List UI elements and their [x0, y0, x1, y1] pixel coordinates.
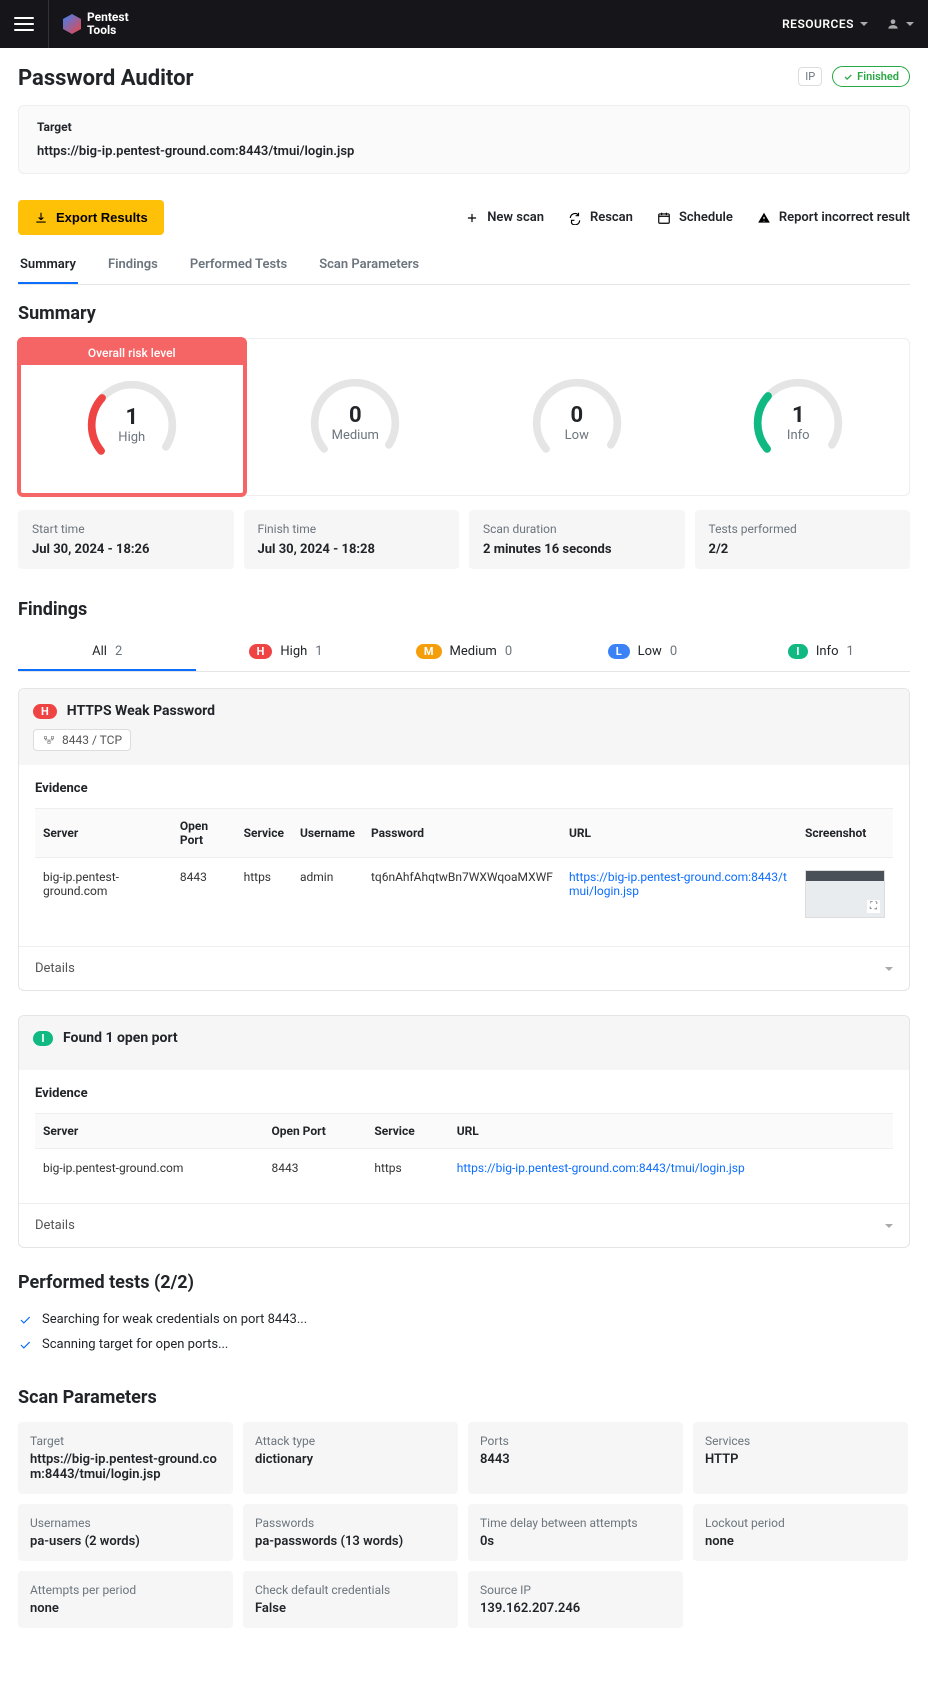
finding-high: H HTTPS Weak Password 8443 / TCP Evidence… — [18, 688, 910, 991]
new-scan-button[interactable]: New scan — [465, 210, 544, 225]
risk-info: 1Info — [688, 339, 910, 495]
param-card: Check default credentialsFalse — [243, 1571, 458, 1628]
param-card: Passwordspa-passwords (13 words) — [243, 1504, 458, 1561]
page-title: Password Auditor — [18, 66, 194, 91]
screenshot-thumb[interactable] — [805, 870, 885, 918]
gauge-high: 1High — [84, 377, 180, 473]
warning-icon — [757, 211, 771, 225]
param-card: ServicesHTTP — [693, 1422, 908, 1494]
risk-row: Overall risk level 1High 0Medium 0Low 1I… — [18, 338, 910, 496]
check-icon — [18, 1338, 32, 1352]
evidence-table: ServerOpen PortServiceUsernamePasswordUR… — [35, 808, 893, 930]
schedule-button[interactable]: Schedule — [657, 210, 733, 225]
calendar-icon — [657, 211, 671, 225]
findings-heading: Findings — [18, 599, 910, 620]
summary-heading: Summary — [18, 303, 910, 324]
main-tabs: Summary Findings Performed Tests Scan Pa… — [18, 247, 910, 285]
params-heading: Scan Parameters — [18, 1387, 910, 1408]
chevron-down-icon — [906, 22, 914, 26]
param-card: Source IP139.162.207.246 — [468, 1571, 683, 1628]
risk-low: 0Low — [466, 339, 688, 495]
download-icon — [34, 211, 48, 225]
check-icon — [843, 72, 853, 82]
target-url: https://big-ip.pentest-ground.com:8443/t… — [37, 144, 891, 159]
test-item: Scanning target for open ports... — [18, 1332, 910, 1357]
tests-list: Searching for weak credentials on port 8… — [18, 1307, 910, 1357]
filter-tabs: All2 HHigh1 MMedium0 LLow0 IInfo1 — [18, 634, 910, 672]
resources-link[interactable]: RESOURCES — [782, 17, 868, 31]
test-item: Searching for weak credentials on port 8… — [18, 1307, 910, 1332]
top-nav: PentestTools RESOURCES — [0, 0, 928, 48]
table-row: big-ip.pentest-ground.com8443httpshttps:… — [35, 1149, 893, 1188]
chevron-down-icon — [885, 967, 893, 971]
info-card: Tests performed2/2 — [695, 510, 911, 569]
details-toggle[interactable]: Details — [19, 1203, 909, 1247]
details-toggle[interactable]: Details — [19, 946, 909, 990]
param-card: Time delay between attempts0s — [468, 1504, 683, 1561]
status-badge: Finished — [832, 66, 910, 87]
filter-info[interactable]: IInfo1 — [732, 634, 910, 671]
param-card: Usernamespa-users (2 words) — [18, 1504, 233, 1561]
menu-icon[interactable] — [14, 17, 34, 31]
filter-medium[interactable]: MMedium0 — [375, 634, 553, 671]
info-card: Start timeJul 30, 2024 - 18:26 — [18, 510, 234, 569]
rescan-button[interactable]: Rescan — [568, 210, 633, 225]
finding-info: I Found 1 open port Evidence ServerOpen P… — [18, 1015, 910, 1248]
url-link[interactable]: https://big-ip.pentest-ground.com:8443/t… — [569, 870, 787, 898]
evidence-table: ServerOpen PortServiceURL big-ip.pentest… — [35, 1113, 893, 1187]
filter-all[interactable]: All2 — [18, 634, 196, 671]
table-row: big-ip.pentest-ground.com8443httpsadmint… — [35, 858, 893, 931]
ip-badge: IP — [798, 67, 822, 86]
severity-badge: H — [33, 704, 57, 719]
target-box: Target https://big-ip.pentest-ground.com… — [18, 105, 910, 174]
param-card: Lockout periodnone — [693, 1504, 908, 1561]
evidence-label: Evidence — [35, 1086, 893, 1101]
severity-badge: I — [33, 1031, 53, 1046]
param-card: Targethttps://big-ip.pentest-ground.com:… — [18, 1422, 233, 1494]
port-tag: 8443 / TCP — [33, 729, 131, 751]
info-card: Finish timeJul 30, 2024 - 18:28 — [244, 510, 460, 569]
chevron-down-icon — [885, 1224, 893, 1228]
filter-high[interactable]: HHigh1 — [196, 634, 374, 671]
tab-params[interactable]: Scan Parameters — [317, 247, 421, 284]
plus-icon — [465, 211, 479, 225]
target-label: Target — [37, 120, 891, 134]
network-icon — [42, 733, 56, 747]
report-button[interactable]: Report incorrect result — [757, 210, 910, 225]
tab-findings[interactable]: Findings — [106, 247, 160, 284]
param-card: Attack typedictionary — [243, 1422, 458, 1494]
param-card: Ports8443 — [468, 1422, 683, 1494]
user-icon — [886, 17, 900, 31]
check-icon — [18, 1313, 32, 1327]
logo[interactable]: PentestTools — [48, 0, 129, 48]
param-grid: Targethttps://big-ip.pentest-ground.com:… — [18, 1422, 910, 1628]
risk-medium: 0Medium — [245, 339, 467, 495]
tab-summary[interactable]: Summary — [18, 247, 78, 284]
export-button[interactable]: Export Results — [18, 200, 164, 235]
url-link[interactable]: https://big-ip.pentest-ground.com:8443/t… — [457, 1161, 745, 1175]
user-menu[interactable] — [886, 17, 914, 31]
evidence-label: Evidence — [35, 781, 893, 796]
filter-low[interactable]: LLow0 — [553, 634, 731, 671]
info-cards: Start timeJul 30, 2024 - 18:26Finish tim… — [18, 510, 910, 569]
tests-heading: Performed tests (2/2) — [18, 1272, 910, 1293]
info-card: Scan duration2 minutes 16 seconds — [469, 510, 685, 569]
shield-icon — [63, 14, 81, 34]
logo-text: PentestTools — [87, 11, 129, 37]
finding-title: Found 1 open port — [63, 1030, 178, 1046]
risk-high: Overall risk level 1High — [17, 337, 247, 497]
finding-title: HTTPS Weak Password — [67, 703, 215, 719]
tab-tests[interactable]: Performed Tests — [188, 247, 289, 284]
param-card: Attempts per periodnone — [18, 1571, 233, 1628]
chevron-down-icon — [860, 22, 868, 26]
refresh-icon — [568, 211, 582, 225]
